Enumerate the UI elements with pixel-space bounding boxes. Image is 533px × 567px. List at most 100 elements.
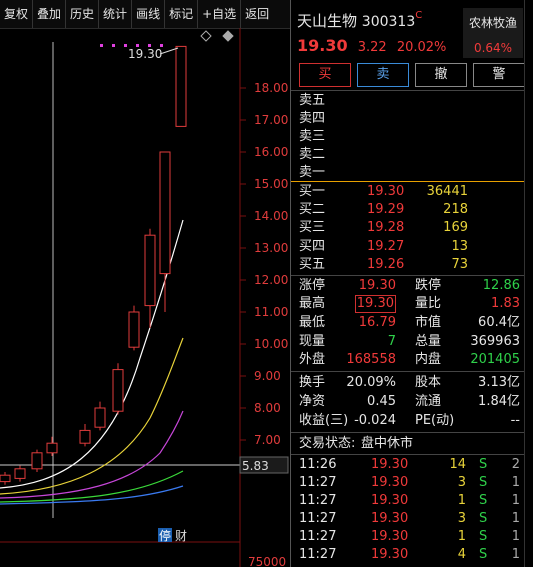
price-tick-label: 12.00 xyxy=(254,273,288,287)
current-price-label: 5.83 xyxy=(242,459,269,473)
price-tick-label: 18.00 xyxy=(254,81,288,95)
stats-row: 现量 7 总量 369963 xyxy=(291,333,524,351)
toolbar-stats-button[interactable]: 统计 xyxy=(99,0,133,28)
toolbar-draw-button[interactable]: 画线 xyxy=(132,0,166,28)
ask-row[interactable]: 卖五 xyxy=(291,92,524,110)
float-value: 1.84亿 xyxy=(478,394,520,409)
chart-canvas: 18.00 17.00 16.00 15.00 14.00 13.00 12.00 11.00… xyxy=(0,28,289,567)
high-label: 最高 xyxy=(299,296,326,311)
turnover-value: 20.09% xyxy=(346,375,396,390)
sector-box[interactable]: 农林牧渔 0.64% xyxy=(463,8,523,58)
toolbar-back-button[interactable]: 返回 xyxy=(241,0,273,28)
pe-label: PE(动) xyxy=(415,413,455,428)
high-marker-dot xyxy=(124,44,127,47)
bid-volume: 73 xyxy=(451,256,468,272)
stop-badge: 停 xyxy=(159,528,171,543)
high-marker-dot xyxy=(112,44,115,47)
candlestick-chart[interactable]: 18.00 17.00 16.00 15.00 14.00 13.00 12.00 11.00… xyxy=(0,28,290,567)
toolbar-overlay-button[interactable]: 叠加 xyxy=(33,0,67,28)
shares-value: 3.13亿 xyxy=(478,375,520,390)
trade-side: S xyxy=(479,547,488,562)
cancel-button[interactable]: 撤 xyxy=(415,63,467,87)
vol-ratio-value: 1.83 xyxy=(491,296,520,311)
trade-row: 11:26 19.30 14 S 2 xyxy=(291,456,524,474)
high-price-pointer xyxy=(159,47,179,55)
chart-toolbar: 复权 叠加 历史 统计 画线 标记 +自选 返回 xyxy=(0,0,290,29)
stock-code: 300313 xyxy=(361,14,416,30)
ask-row[interactable]: 卖一 xyxy=(291,164,524,182)
bid-volume: 218 xyxy=(443,202,468,218)
trade-time: 11:26 xyxy=(299,457,337,472)
float-label: 流通 xyxy=(415,394,442,409)
bid-row[interactable]: 买四 19.27 13 xyxy=(291,238,524,256)
edge-strip xyxy=(524,0,533,567)
candle-body xyxy=(0,474,11,483)
trade-count: 1 xyxy=(511,493,520,508)
divider xyxy=(291,275,533,276)
bid-row[interactable]: 买三 19.28 169 xyxy=(291,219,524,237)
limit-down-value: 12.86 xyxy=(482,278,520,293)
vol-ratio-label: 量比 xyxy=(415,296,442,311)
bid-price: 19.29 xyxy=(367,202,405,218)
stats-row: 收益(三) -0.024 PE(动) -- xyxy=(291,412,524,430)
bid-price: 19.26 xyxy=(367,256,405,272)
inner-label: 内盘 xyxy=(415,352,442,367)
status-value: 盘中休市 xyxy=(361,436,414,451)
limit-up-label: 涨停 xyxy=(299,278,326,293)
trade-count: 1 xyxy=(511,529,520,544)
candle-body xyxy=(159,151,171,275)
nav-value: 0.45 xyxy=(367,394,396,409)
trade-row: 11:27 19.30 1 S 1 xyxy=(291,528,524,546)
trade-time: 11:27 xyxy=(299,511,337,526)
quote-panel: 天山生物 300313C 农林牧渔 0.64% 19.30 3.22 20.02… xyxy=(290,0,533,567)
shares-label: 股本 xyxy=(415,375,442,390)
volume-axis-label: 75000 xyxy=(248,555,286,567)
price-tick-label: 10.00 xyxy=(254,337,288,351)
ask-row[interactable]: 卖三 xyxy=(291,128,524,146)
turnover-label: 换手 xyxy=(299,375,326,390)
price-tick-label: 9.00 xyxy=(254,369,281,383)
toolbar-fuquan-button[interactable]: 复权 xyxy=(0,0,34,28)
buy-button[interactable]: 买 xyxy=(299,63,351,87)
divider xyxy=(291,454,533,455)
candle-body xyxy=(31,452,43,470)
alert-button[interactable]: 警 xyxy=(473,63,525,87)
sell-button[interactable]: 卖 xyxy=(357,63,409,87)
stats-row: 外盘 168558 内盘 201405 xyxy=(291,351,524,369)
bid-row[interactable]: 买一 19.30 36441 xyxy=(291,183,524,201)
bid-row[interactable]: 买二 19.29 218 xyxy=(291,201,524,219)
trade-price: 19.30 xyxy=(371,511,409,526)
trade-time: 11:27 xyxy=(299,547,337,562)
eps-value: -0.024 xyxy=(354,413,396,428)
trade-price: 19.30 xyxy=(371,547,409,562)
ask-row[interactable]: 卖二 xyxy=(291,146,524,164)
toolbar-history-button[interactable]: 历史 xyxy=(66,0,100,28)
toolbar-mark-button[interactable]: 标记 xyxy=(165,0,199,28)
trade-count: 1 xyxy=(511,475,520,490)
trading-status: 交易状态: 盘中休市 xyxy=(291,435,524,453)
trade-time: 11:27 xyxy=(299,493,337,508)
trade-volume: 1 xyxy=(457,493,466,508)
moving-average-line xyxy=(0,219,184,489)
mktcap-label: 市值 xyxy=(415,315,442,330)
candle-body xyxy=(175,45,187,127)
price-tick-label: 7.00 xyxy=(254,433,281,447)
bid-volume: 169 xyxy=(443,220,468,236)
outer-label: 外盘 xyxy=(299,352,326,367)
candle-body xyxy=(94,407,106,428)
bid-row[interactable]: 买五 19.26 73 xyxy=(291,256,524,274)
price-tick-label: 8.00 xyxy=(254,401,281,415)
moving-average-line xyxy=(0,337,184,495)
trade-volume: 3 xyxy=(457,511,466,526)
ask-row[interactable]: 卖四 xyxy=(291,110,524,128)
price-tick-label: 14.00 xyxy=(254,209,288,223)
total-vol-label: 总量 xyxy=(415,334,442,349)
high-price-label: 19.30 xyxy=(128,47,162,61)
total-vol-value: 369963 xyxy=(470,334,520,349)
finance-badge: 财 xyxy=(175,529,187,543)
trade-volume: 3 xyxy=(457,475,466,490)
outer-value: 168558 xyxy=(346,352,396,367)
stats-row: 最低 16.79 市值 60.4亿 xyxy=(291,314,524,332)
toolbar-add-watchlist-button[interactable]: +自选 xyxy=(198,0,242,28)
trade-count: 1 xyxy=(511,547,520,562)
